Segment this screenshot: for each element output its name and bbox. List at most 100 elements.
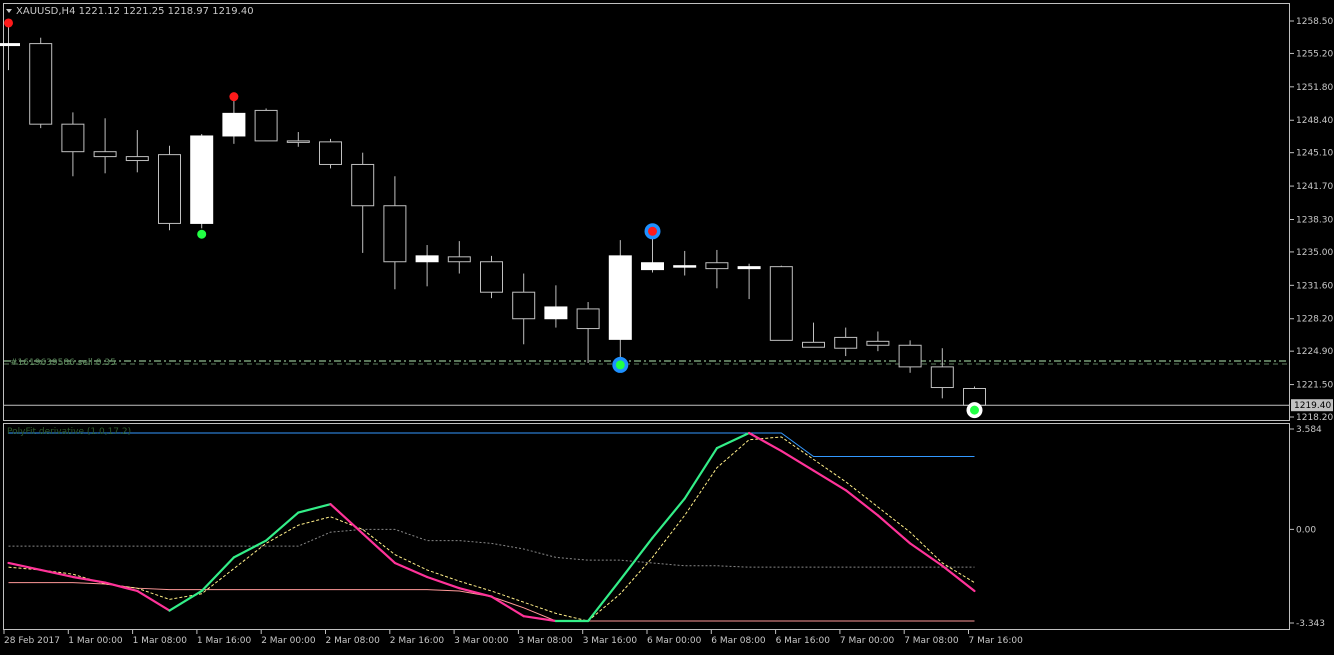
time-label: 6 Mar 08:00: [711, 636, 766, 646]
candle-body-bear: [834, 336, 858, 349]
candle-body-bear: [769, 266, 793, 341]
candle-body-bear: [447, 256, 471, 263]
candle[interactable]: [737, 263, 761, 300]
price-series-layer: [0, 18, 1289, 419]
price-label: 1248.40: [1296, 116, 1333, 126]
candle[interactable]: [544, 285, 568, 328]
candle[interactable]: [480, 255, 503, 299]
fast-line-up-segment: [586, 578, 622, 623]
time-label: 1 Mar 00:00: [68, 636, 123, 646]
candle[interactable]: [190, 134, 214, 229]
fast-line-down-segment: [780, 449, 815, 472]
sell-signal-dot: [229, 92, 239, 102]
candle-body-bear: [480, 261, 503, 293]
candle[interactable]: [351, 152, 375, 253]
time-label: 6 Mar 16:00: [776, 636, 831, 646]
candle-body-bull: [0, 43, 20, 47]
fast-line-down-segment: [361, 532, 396, 565]
price-label: 1218.20: [1296, 413, 1333, 423]
candle-body-bear: [898, 344, 922, 368]
candle[interactable]: [222, 100, 246, 144]
fast-line-down-segment: [908, 542, 944, 567]
current-price-label: 1219.40: [1294, 401, 1331, 411]
candle[interactable]: [608, 240, 632, 364]
candle-body-bull: [737, 266, 761, 270]
fast-line-down-segment: [747, 431, 783, 453]
fast-line-down-segment: [136, 589, 171, 612]
price-label: 1255.20: [1296, 49, 1333, 59]
candle[interactable]: [447, 241, 471, 274]
price-label: 1251.80: [1296, 83, 1333, 93]
candle[interactable]: [158, 145, 181, 231]
indicator-scale-label: 0.00: [1296, 525, 1316, 535]
order-line-label[interactable]: #1619639586 sell 0.35: [10, 358, 116, 368]
candle[interactable]: [834, 327, 858, 357]
price-label: 1258.50: [1296, 17, 1333, 27]
candle[interactable]: [576, 302, 600, 363]
candle[interactable]: [930, 348, 954, 399]
fast-line-down-segment: [103, 581, 139, 593]
buy-signal-dot: [197, 229, 207, 239]
buy-signal-dot: [970, 405, 979, 415]
candle[interactable]: [254, 108, 278, 142]
candle-body-bear: [802, 341, 825, 348]
candle[interactable]: [898, 340, 922, 373]
candle-body-bear: [512, 291, 536, 320]
price-label: 1241.70: [1296, 182, 1333, 192]
fast-line-up-segment: [297, 503, 332, 514]
candle-body-bear: [319, 141, 342, 165]
candle[interactable]: [383, 176, 407, 290]
price-label: 1245.10: [1296, 149, 1333, 159]
candle-body-bear: [866, 340, 890, 346]
indicator-frame: [3, 423, 1290, 630]
time-label: 2 Mar 08:00: [326, 636, 381, 646]
candle-body-bull: [673, 265, 697, 268]
price-label: 1235.00: [1296, 248, 1333, 258]
candle[interactable]: [415, 245, 439, 287]
candle[interactable]: [673, 250, 697, 276]
candle[interactable]: [319, 138, 342, 169]
candle[interactable]: [705, 249, 729, 289]
fast-line-up-segment: [200, 556, 235, 593]
time-label: 3 Mar 16:00: [583, 636, 638, 646]
candle[interactable]: [93, 118, 117, 174]
candle-body-bear: [93, 151, 117, 158]
candle[interactable]: [61, 112, 85, 177]
signal-dashed-line: [8, 436, 975, 622]
time-label: 7 Mar 08:00: [904, 636, 959, 646]
chart-title: XAUUSD,H4 1221.12 1221.25 1218.97 1219.4…: [16, 6, 254, 17]
candle-body-bear: [254, 109, 278, 142]
sell-signal-dot: [4, 18, 13, 28]
fast-line-down-segment: [71, 575, 107, 584]
candle-body-bear: [286, 140, 310, 143]
price-label: 1231.60: [1296, 281, 1333, 291]
fast-line-down-segment: [812, 469, 847, 492]
candle[interactable]: [29, 37, 53, 129]
fast-line-up-segment: [168, 589, 203, 612]
indicator-title: PolyFit derivative (1.0,17.2): [7, 427, 131, 437]
candle[interactable]: [802, 322, 825, 348]
fast-line-up-segment: [715, 431, 751, 450]
fast-line-down-segment: [426, 575, 461, 590]
candle[interactable]: [769, 265, 793, 341]
candle-body-bear: [383, 205, 407, 263]
indicator-series-layer: [7, 431, 976, 623]
fast-line-down-segment: [393, 561, 429, 579]
candle[interactable]: [286, 132, 310, 147]
candle[interactable]: [125, 130, 149, 173]
candle[interactable]: [641, 234, 664, 273]
candle[interactable]: [0, 21, 20, 71]
candle-body-bear: [930, 366, 954, 389]
fast-line-down-segment: [844, 489, 880, 517]
candle-body-bear: [61, 123, 85, 153]
indicator-scale-label: 3.584: [1296, 425, 1322, 435]
candle[interactable]: [866, 331, 890, 352]
symbol-dropdown-icon[interactable]: [6, 9, 12, 13]
candle-body-bear: [125, 156, 149, 162]
trading-chart-window[interactable]: 1258.50 1255.20 1251.80 1248.40 1245.10 1241.…: [0, 0, 1334, 651]
indicator-scale-label: -3.343: [1296, 619, 1325, 629]
axes-layer: 1258.50 1255.20 1251.80 1248.40 1245.10 1241.…: [3, 17, 1333, 646]
fast-line-down-segment: [39, 568, 75, 579]
chart-canvas[interactable]: 1258.50 1255.20 1251.80 1248.40 1245.10 1241.…: [0, 0, 1334, 651]
candle[interactable]: [512, 273, 536, 345]
